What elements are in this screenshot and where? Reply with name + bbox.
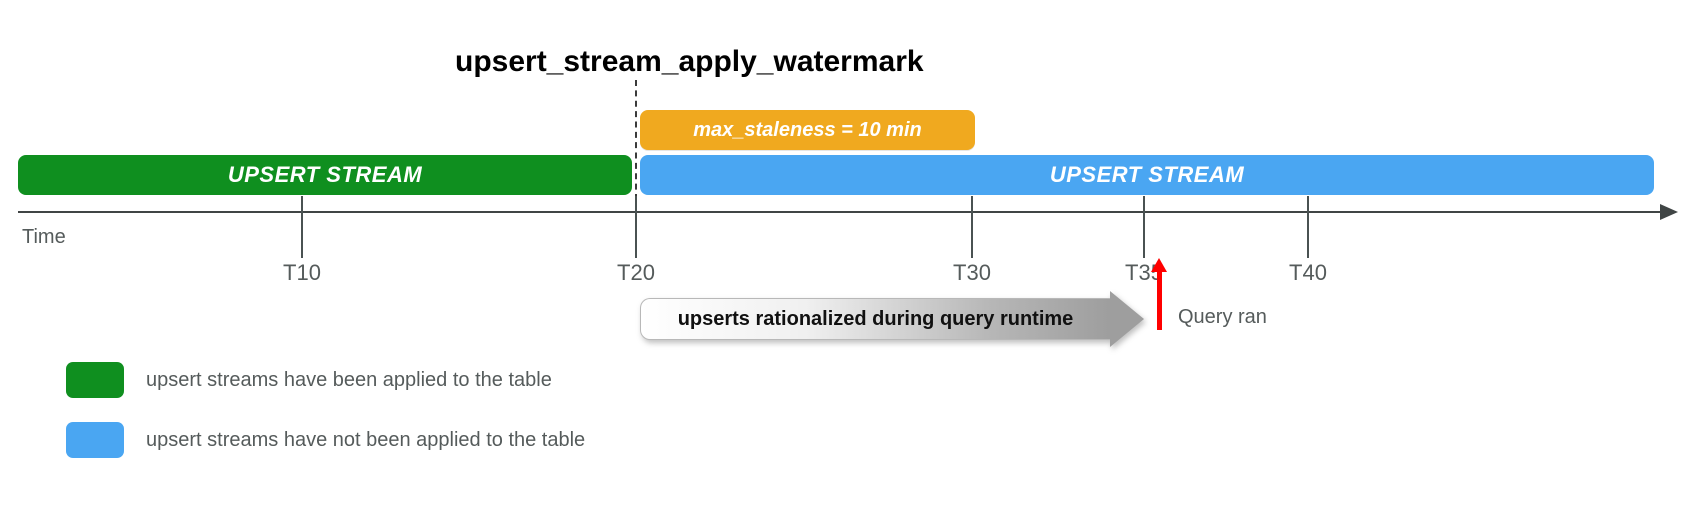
timeline-axis-label: Time [22, 226, 66, 249]
watermark-dashed-line [635, 80, 637, 200]
legend-applied-text: upsert streams have been applied to the … [146, 369, 552, 392]
upsert-stream-unapplied-bar: UPSERT STREAM [640, 155, 1654, 195]
legend-applied-swatch [66, 362, 124, 398]
rationalize-arrow-body: upserts rationalized during query runtim… [640, 298, 1110, 340]
legend-unapplied-swatch [66, 422, 124, 458]
tick-label-t10: T10 [283, 260, 321, 286]
tick-label-t40: T40 [1289, 260, 1327, 286]
legend-applied: upsert streams have been applied to the … [66, 362, 552, 398]
legend-unapplied-text: upsert streams have not been applied to … [146, 429, 585, 452]
query-ran-label: Query ran [1178, 306, 1267, 329]
max-staleness-label: max_staleness = 10 min [693, 119, 921, 142]
upsert-stream-applied-label: UPSERT STREAM [228, 162, 422, 188]
diagram-title: upsert_stream_apply_watermark [455, 45, 924, 79]
diagram-canvas: upsert_stream_apply_watermark max_stalen… [0, 0, 1696, 530]
tick-label-t20: T20 [617, 260, 655, 286]
tick-t20 [635, 196, 637, 258]
upsert-stream-applied-bar: UPSERT STREAM [18, 155, 632, 195]
max-staleness-bar: max_staleness = 10 min [640, 110, 975, 150]
rationalize-arrow: upserts rationalized during query runtim… [640, 298, 1144, 340]
rationalize-label: upserts rationalized during query runtim… [678, 308, 1074, 331]
tick-t40 [1307, 196, 1309, 258]
legend-unapplied: upsert streams have not been applied to … [66, 422, 585, 458]
tick-label-t30: T30 [953, 260, 991, 286]
upsert-stream-unapplied-label: UPSERT STREAM [1050, 162, 1244, 188]
tick-t30 [971, 196, 973, 258]
query-ran-arrow [1157, 270, 1162, 330]
timeline-axis [18, 211, 1666, 213]
tick-t10 [301, 196, 303, 258]
rationalize-arrow-head [1110, 291, 1144, 347]
tick-t35 [1143, 196, 1145, 258]
